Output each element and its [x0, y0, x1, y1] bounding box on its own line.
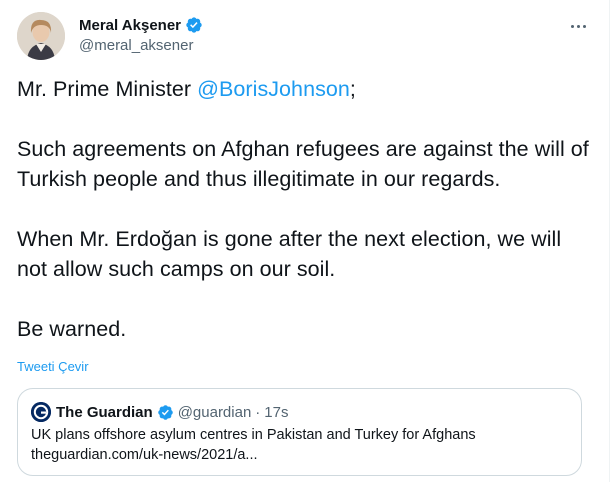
quoted-link[interactable]: theguardian.com/uk-news/2021/a...: [31, 447, 258, 463]
quoted-tweet-header: The Guardian @guardian · 17s: [31, 402, 288, 422]
translate-tweet-link[interactable]: Tweeti Çevir: [17, 359, 89, 374]
author-name[interactable]: Meral Akşener: [79, 16, 203, 34]
quoted-author-name: The Guardian: [56, 403, 153, 421]
guardian-avatar: [31, 402, 51, 422]
quoted-headline: UK plans offshore asylum centres in Paki…: [31, 427, 476, 443]
mention-link[interactable]: @BorisJohnson: [197, 77, 350, 101]
tweet-paragraph-2: Such agreements on Afghan refugees are a…: [17, 137, 589, 191]
tweet-text-prefix: Mr. Prime Minister: [17, 77, 198, 101]
quoted-tweet-card[interactable]: The Guardian @guardian · 17s UK plans of…: [17, 388, 582, 476]
author-avatar[interactable]: [17, 12, 65, 60]
separator-dot: ·: [255, 403, 261, 421]
tweet-header: Meral Akşener @meral_aksener: [17, 12, 610, 60]
tweet-text-suffix: ;: [349, 77, 356, 101]
more-options-icon[interactable]: [564, 16, 592, 36]
verified-badge-icon: [157, 404, 174, 421]
author-name-text: Meral Akşener: [79, 16, 181, 34]
tweet-text: Mr. Prime Minister @BorisJohnson; Such a…: [17, 74, 592, 344]
tweet-paragraph-4: Be warned.: [17, 317, 127, 341]
author-handle[interactable]: @meral_aksener: [79, 37, 193, 54]
verified-badge-icon: [186, 17, 202, 33]
tweet-paragraph-3: When Mr. Erdoğan is gone after the next …: [17, 227, 562, 281]
quoted-timestamp[interactable]: 17s: [264, 404, 288, 421]
quoted-author-handle: @guardian: [177, 403, 252, 421]
tweet-paragraph-1: Mr. Prime Minister @BorisJohnson;: [17, 74, 592, 104]
